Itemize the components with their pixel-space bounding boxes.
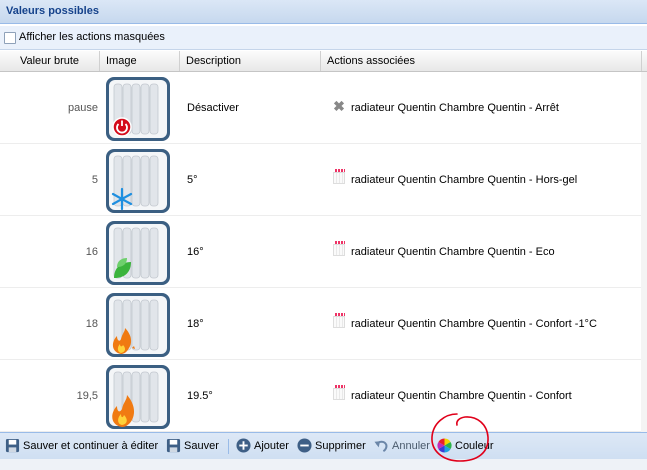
radiator-small-icon <box>333 385 345 401</box>
save-label: Sauver <box>184 440 219 452</box>
delete-label: Supprimer <box>315 440 366 452</box>
raw-value-cell: 5 <box>91 174 98 186</box>
radiator-leaf-icon <box>106 221 170 285</box>
action-cell[interactable]: radiateur Quentin Chambre Quentin - Conf… <box>333 288 597 360</box>
delete-button[interactable]: Supprimer <box>297 438 366 454</box>
radiator-small-icon <box>333 313 345 329</box>
action-label[interactable]: radiateur Quentin Chambre Quentin - Hors… <box>351 174 577 186</box>
options-bar: Afficher les actions masquées <box>0 26 647 50</box>
undo-arrow-icon <box>374 440 388 452</box>
save-continue-label: Sauver et continuer à éditer <box>23 440 159 452</box>
panel-header: Valeurs possibles <box>0 0 647 24</box>
bottom-toolbar: Sauver et continuer à éditer Sauver Ajou… <box>0 432 647 459</box>
raw-value-cell: 16 <box>85 246 98 258</box>
plus-circle-icon <box>236 438 251 453</box>
action-label[interactable]: radiateur Quentin Chambre Quentin - Arrê… <box>351 102 559 114</box>
column-header-actions[interactable]: Actions associées <box>321 51 642 71</box>
description-cell: 18° <box>187 318 204 330</box>
show-hidden-actions-checkbox[interactable] <box>4 32 16 44</box>
description-cell: Désactiver <box>187 102 239 114</box>
toolbar-separator <box>228 439 229 454</box>
action-cell[interactable]: radiateur Quentin Chambre Quentin - Hors… <box>333 144 577 216</box>
save-button[interactable]: Sauver <box>166 438 219 454</box>
save-continue-button[interactable]: Sauver et continuer à éditer <box>5 438 158 454</box>
radiator-small-icon <box>333 241 345 257</box>
radiator-flame-small-icon <box>106 293 170 357</box>
table-row[interactable]: 18 18° radiateur Quentin Chambre Quentin… <box>0 288 647 360</box>
action-cell[interactable]: ✖ radiateur Quentin Chambre Quentin - Arr… <box>333 72 559 144</box>
radiator-power-icon <box>106 77 170 141</box>
cancel-label: Annuler <box>392 440 430 452</box>
table-row[interactable]: 5 5° radiateur Quentin Chambre Quentin -… <box>0 144 647 216</box>
action-label[interactable]: radiateur Quentin Chambre Quentin - Conf… <box>351 318 597 330</box>
raw-value-cell: 19,5 <box>76 390 98 402</box>
floppy-disk-icon <box>166 438 181 452</box>
cancel-button[interactable]: Annuler <box>374 438 430 454</box>
raw-value-cell: pause <box>68 102 98 114</box>
radiator-snowflake-icon <box>106 149 170 213</box>
description-cell: 16° <box>187 246 204 258</box>
description-cell: 5° <box>187 174 198 186</box>
floppy-disk-icon <box>5 438 20 452</box>
x-icon: ✖ <box>333 98 345 115</box>
action-label[interactable]: radiateur Quentin Chambre Quentin - Conf… <box>351 390 572 402</box>
red-annotation-circle <box>431 413 489 462</box>
radiator-small-icon <box>333 169 345 185</box>
add-label: Ajouter <box>254 440 289 452</box>
raw-value-cell: 18 <box>85 318 98 330</box>
action-cell[interactable]: radiateur Quentin Chambre Quentin - Eco <box>333 216 555 288</box>
panel-title: Valeurs possibles <box>6 5 99 17</box>
vertical-scrollbar[interactable] <box>641 72 647 432</box>
action-label[interactable]: radiateur Quentin Chambre Quentin - Eco <box>351 246 555 258</box>
table-row[interactable]: pause Désactiver ✖ radiateur Quentin Cham… <box>0 72 647 144</box>
column-header-image[interactable]: Image <box>100 51 180 71</box>
column-header-raw-value[interactable]: Valeur brute <box>0 51 100 71</box>
table-row[interactable]: 19,5 19.5° radiateur Quentin Chambre Que… <box>0 360 647 432</box>
minus-circle-icon <box>297 438 312 453</box>
radiator-flame-icon <box>106 365 170 429</box>
description-cell: 19.5° <box>187 390 213 402</box>
grid-header: Valeur brute Image Description Actions a… <box>0 51 647 72</box>
footer-strip <box>0 459 647 470</box>
show-hidden-actions-label[interactable]: Afficher les actions masquées <box>19 31 165 43</box>
table-row[interactable]: 16 16° radiateur Quentin Chambre Quentin… <box>0 216 647 288</box>
column-header-description[interactable]: Description <box>180 51 321 71</box>
add-button[interactable]: Ajouter <box>236 438 289 454</box>
